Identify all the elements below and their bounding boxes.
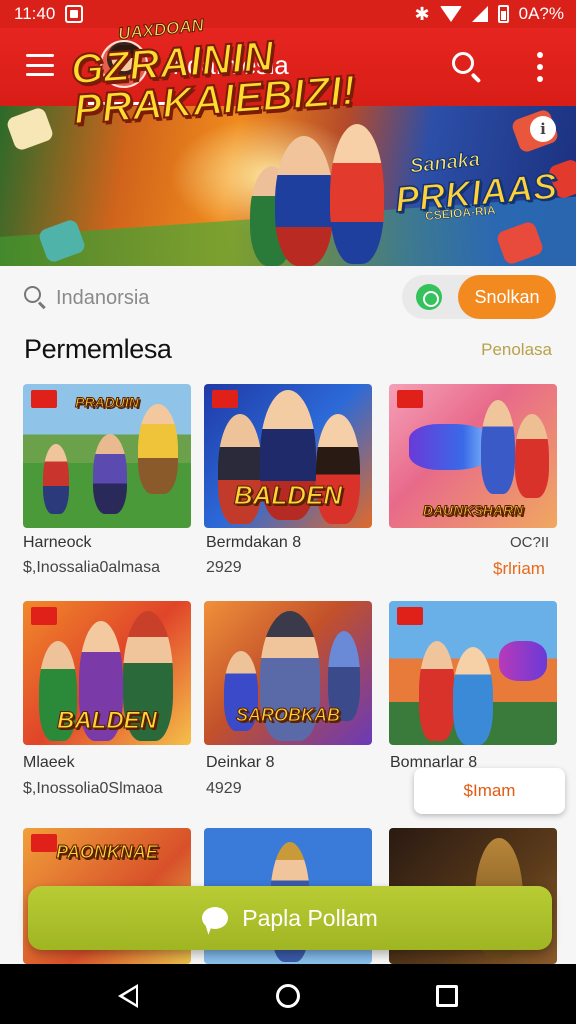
hero-figure: [330, 124, 384, 264]
bluetooth-icon: ✱: [414, 3, 430, 24]
game-meta: 2929: [206, 559, 242, 576]
game-name: Deinkar 8: [206, 754, 275, 771]
game-name: Harneock: [23, 534, 92, 551]
primary-action-label: Papla Pollam: [242, 904, 378, 931]
tile-badge: [397, 607, 423, 625]
tile-logo: DAUNKSHARN: [422, 502, 524, 519]
tile-logo: SAROBKAB: [235, 705, 340, 726]
game-meta: $,Inossolia0Slmaoa: [23, 780, 163, 797]
see-all-link[interactable]: Penolasa: [481, 340, 552, 360]
game-price: $rlriam: [493, 559, 545, 578]
game-card[interactable]: BALDEN: [23, 601, 191, 745]
recents-icon[interactable]: [436, 985, 458, 1007]
search-icon[interactable]: [450, 50, 484, 84]
game-card[interactable]: SAROBKAB: [204, 601, 372, 745]
battery-icon: [497, 5, 509, 23]
battery-text: 0A?%: [518, 4, 564, 23]
section-title: Permemlesa: [24, 334, 172, 364]
search-row: Snolkan: [0, 266, 576, 328]
tile-logo: PRADUIN: [75, 394, 140, 411]
hamburger-icon[interactable]: [26, 54, 54, 76]
tile-badge: [31, 607, 57, 625]
whatsapp-icon[interactable]: [416, 284, 442, 310]
tile-logo: BALDEN: [233, 480, 343, 511]
tile-badge: [397, 390, 423, 408]
game-card[interactable]: DAUNKSHARN: [389, 384, 557, 528]
status-time: 11:40: [14, 4, 56, 23]
game-code: OC?II: [510, 534, 550, 551]
search-field-icon: [24, 286, 48, 310]
game-card[interactable]: BALDEN: [204, 384, 372, 528]
more-vertical-icon[interactable]: [530, 52, 550, 82]
status-right: ✱ 0A?%: [415, 4, 564, 25]
price-popup[interactable]: $Imam: [414, 768, 565, 814]
tile-badge: [212, 390, 238, 408]
game-meta: 4929: [206, 780, 242, 797]
floating-card-art: [5, 106, 55, 152]
game-card[interactable]: PRADUIN: [23, 384, 191, 528]
app-screen: 11:40 ✱ 0A?% Indaınlesia UAXDOAN GZRAINI…: [0, 0, 576, 1024]
tile-logo: BALDEN: [57, 707, 158, 735]
search-submit-button[interactable]: Snolkan: [458, 275, 556, 319]
info-icon[interactable]: i: [530, 116, 556, 142]
game-name: Bermdakan 8: [206, 534, 302, 551]
status-bar: 11:40 ✱ 0A?%: [0, 0, 576, 28]
status-left: 11:40: [14, 4, 84, 24]
primary-action-button[interactable]: Papla Pollam: [28, 886, 552, 950]
tile-logo: PAONKNAE: [56, 842, 159, 863]
signal-icon: [471, 6, 488, 22]
photo-icon: [65, 5, 84, 23]
game-card[interactable]: [389, 601, 557, 745]
hero-figure: [275, 136, 333, 266]
chat-bubble-icon: [202, 907, 229, 929]
home-icon[interactable]: [276, 984, 300, 1008]
whatsapp-search-pill: Snolkan: [402, 275, 556, 319]
search-input[interactable]: [56, 284, 356, 312]
game-name: Mlaeek: [23, 754, 75, 771]
system-nav-bar: [0, 964, 576, 1024]
wifi-icon: [439, 6, 462, 22]
game-meta: $,Inossalia0almasa: [23, 559, 160, 576]
back-icon[interactable]: [118, 984, 138, 1008]
